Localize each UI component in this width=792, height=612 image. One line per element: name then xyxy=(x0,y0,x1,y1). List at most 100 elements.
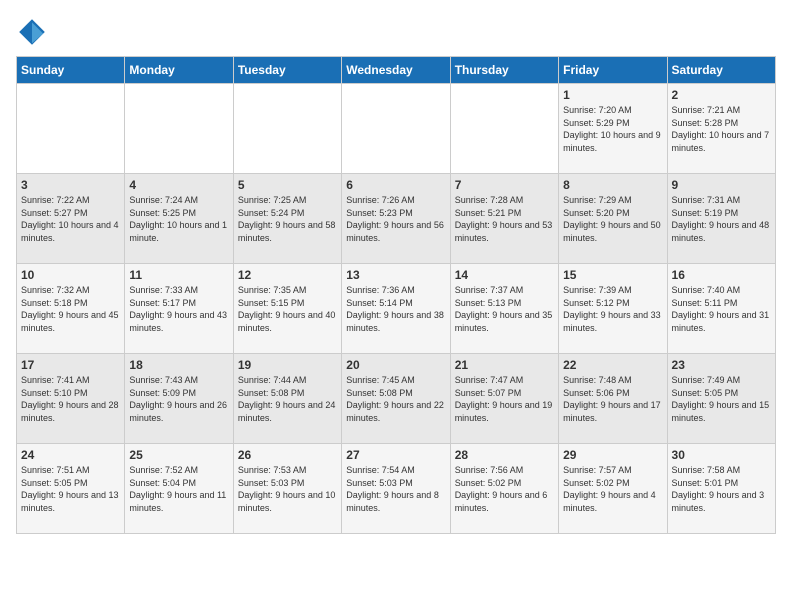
calendar-cell xyxy=(342,84,450,174)
calendar-header-row: SundayMondayTuesdayWednesdayThursdayFrid… xyxy=(17,57,776,84)
calendar-cell: 29 Sunrise: 7:57 AM Sunset: 5:02 PM Dayli… xyxy=(559,444,667,534)
day-number: 7 xyxy=(455,178,554,192)
day-info: Sunrise: 7:37 AM Sunset: 5:13 PM Dayligh… xyxy=(455,284,554,334)
column-header-saturday: Saturday xyxy=(667,57,775,84)
day-number: 21 xyxy=(455,358,554,372)
day-info: Sunrise: 7:24 AM Sunset: 5:25 PM Dayligh… xyxy=(129,194,228,244)
day-number: 19 xyxy=(238,358,337,372)
day-info: Sunrise: 7:35 AM Sunset: 5:15 PM Dayligh… xyxy=(238,284,337,334)
day-number: 3 xyxy=(21,178,120,192)
calendar-cell: 7 Sunrise: 7:28 AM Sunset: 5:21 PM Daylig… xyxy=(450,174,558,264)
day-number: 5 xyxy=(238,178,337,192)
day-info: Sunrise: 7:57 AM Sunset: 5:02 PM Dayligh… xyxy=(563,464,662,514)
day-number: 30 xyxy=(672,448,771,462)
column-header-tuesday: Tuesday xyxy=(233,57,341,84)
day-number: 15 xyxy=(563,268,662,282)
calendar-cell xyxy=(233,84,341,174)
logo xyxy=(16,16,52,48)
day-number: 14 xyxy=(455,268,554,282)
calendar-cell: 14 Sunrise: 7:37 AM Sunset: 5:13 PM Dayli… xyxy=(450,264,558,354)
calendar-cell: 26 Sunrise: 7:53 AM Sunset: 5:03 PM Dayli… xyxy=(233,444,341,534)
day-number: 12 xyxy=(238,268,337,282)
calendar-cell: 3 Sunrise: 7:22 AM Sunset: 5:27 PM Daylig… xyxy=(17,174,125,264)
day-info: Sunrise: 7:41 AM Sunset: 5:10 PM Dayligh… xyxy=(21,374,120,424)
day-number: 23 xyxy=(672,358,771,372)
calendar-cell xyxy=(17,84,125,174)
day-info: Sunrise: 7:56 AM Sunset: 5:02 PM Dayligh… xyxy=(455,464,554,514)
calendar-cell: 30Sunrise: 7:58 AM Sunset: 5:01 PM Dayli… xyxy=(667,444,775,534)
column-header-monday: Monday xyxy=(125,57,233,84)
day-info: Sunrise: 7:53 AM Sunset: 5:03 PM Dayligh… xyxy=(238,464,337,514)
day-number: 22 xyxy=(563,358,662,372)
column-header-wednesday: Wednesday xyxy=(342,57,450,84)
calendar-cell: 19 Sunrise: 7:44 AM Sunset: 5:08 PM Dayli… xyxy=(233,354,341,444)
calendar-cell: 20 Sunrise: 7:45 AM Sunset: 5:08 PM Dayli… xyxy=(342,354,450,444)
day-info: Sunrise: 7:22 AM Sunset: 5:27 PM Dayligh… xyxy=(21,194,120,244)
day-info: Sunrise: 7:40 AM Sunset: 5:11 PM Dayligh… xyxy=(672,284,771,334)
day-number: 28 xyxy=(455,448,554,462)
calendar-cell: 4Sunrise: 7:24 AM Sunset: 5:25 PM Daylig… xyxy=(125,174,233,264)
calendar-week-row: 24 Sunrise: 7:51 AM Sunset: 5:05 PM Dayli… xyxy=(17,444,776,534)
calendar-cell: 9 Sunrise: 7:31 AM Sunset: 5:19 PM Daylig… xyxy=(667,174,775,264)
day-info: Sunrise: 7:26 AM Sunset: 5:23 PM Dayligh… xyxy=(346,194,445,244)
day-info: Sunrise: 7:28 AM Sunset: 5:21 PM Dayligh… xyxy=(455,194,554,244)
day-info: Sunrise: 7:51 AM Sunset: 5:05 PM Dayligh… xyxy=(21,464,120,514)
day-info: Sunrise: 7:32 AM Sunset: 5:18 PM Dayligh… xyxy=(21,284,120,334)
calendar-cell: 24 Sunrise: 7:51 AM Sunset: 5:05 PM Dayli… xyxy=(17,444,125,534)
calendar-cell: 11 Sunrise: 7:33 AM Sunset: 5:17 PM Dayli… xyxy=(125,264,233,354)
day-info: Sunrise: 7:48 AM Sunset: 5:06 PM Dayligh… xyxy=(563,374,662,424)
calendar-cell: 10Sunrise: 7:32 AM Sunset: 5:18 PM Dayli… xyxy=(17,264,125,354)
calendar-week-row: 17 Sunrise: 7:41 AM Sunset: 5:10 PM Dayli… xyxy=(17,354,776,444)
calendar-cell: 16 Sunrise: 7:40 AM Sunset: 5:11 PM Dayli… xyxy=(667,264,775,354)
day-number: 13 xyxy=(346,268,445,282)
page-header xyxy=(16,16,776,48)
day-info: Sunrise: 7:44 AM Sunset: 5:08 PM Dayligh… xyxy=(238,374,337,424)
calendar-cell: 15 Sunrise: 7:39 AM Sunset: 5:12 PM Dayli… xyxy=(559,264,667,354)
calendar-cell: 21Sunrise: 7:47 AM Sunset: 5:07 PM Dayli… xyxy=(450,354,558,444)
day-number: 11 xyxy=(129,268,228,282)
calendar-cell: 27 Sunrise: 7:54 AM Sunset: 5:03 PM Dayli… xyxy=(342,444,450,534)
day-number: 6 xyxy=(346,178,445,192)
day-number: 1 xyxy=(563,88,662,102)
calendar-cell: 1 Sunrise: 7:20 AM Sunset: 5:29 PM Daylig… xyxy=(559,84,667,174)
day-number: 2 xyxy=(672,88,771,102)
calendar-week-row: 1 Sunrise: 7:20 AM Sunset: 5:29 PM Daylig… xyxy=(17,84,776,174)
day-number: 8 xyxy=(563,178,662,192)
calendar-cell: 8 Sunrise: 7:29 AM Sunset: 5:20 PM Daylig… xyxy=(559,174,667,264)
column-header-friday: Friday xyxy=(559,57,667,84)
day-number: 27 xyxy=(346,448,445,462)
day-info: Sunrise: 7:21 AM Sunset: 5:28 PM Dayligh… xyxy=(672,104,771,154)
calendar-cell: 25Sunrise: 7:52 AM Sunset: 5:04 PM Dayli… xyxy=(125,444,233,534)
calendar-cell: 13 Sunrise: 7:36 AM Sunset: 5:14 PM Dayli… xyxy=(342,264,450,354)
day-number: 29 xyxy=(563,448,662,462)
day-info: Sunrise: 7:25 AM Sunset: 5:24 PM Dayligh… xyxy=(238,194,337,244)
day-info: Sunrise: 7:49 AM Sunset: 5:05 PM Dayligh… xyxy=(672,374,771,424)
day-info: Sunrise: 7:29 AM Sunset: 5:20 PM Dayligh… xyxy=(563,194,662,244)
day-info: Sunrise: 7:31 AM Sunset: 5:19 PM Dayligh… xyxy=(672,194,771,244)
calendar-cell xyxy=(125,84,233,174)
day-info: Sunrise: 7:54 AM Sunset: 5:03 PM Dayligh… xyxy=(346,464,445,514)
day-info: Sunrise: 7:20 AM Sunset: 5:29 PM Dayligh… xyxy=(563,104,662,154)
day-info: Sunrise: 7:43 AM Sunset: 5:09 PM Dayligh… xyxy=(129,374,228,424)
calendar-cell: 18 Sunrise: 7:43 AM Sunset: 5:09 PM Dayli… xyxy=(125,354,233,444)
calendar-week-row: 10Sunrise: 7:32 AM Sunset: 5:18 PM Dayli… xyxy=(17,264,776,354)
logo-icon xyxy=(16,16,48,48)
day-number: 18 xyxy=(129,358,228,372)
day-info: Sunrise: 7:36 AM Sunset: 5:14 PM Dayligh… xyxy=(346,284,445,334)
calendar-cell: 28 Sunrise: 7:56 AM Sunset: 5:02 PM Dayli… xyxy=(450,444,558,534)
day-number: 26 xyxy=(238,448,337,462)
day-info: Sunrise: 7:39 AM Sunset: 5:12 PM Dayligh… xyxy=(563,284,662,334)
day-number: 24 xyxy=(21,448,120,462)
day-number: 17 xyxy=(21,358,120,372)
calendar-cell: 23 Sunrise: 7:49 AM Sunset: 5:05 PM Dayli… xyxy=(667,354,775,444)
day-number: 16 xyxy=(672,268,771,282)
day-info: Sunrise: 7:33 AM Sunset: 5:17 PM Dayligh… xyxy=(129,284,228,334)
column-header-thursday: Thursday xyxy=(450,57,558,84)
day-number: 9 xyxy=(672,178,771,192)
day-number: 20 xyxy=(346,358,445,372)
calendar-cell: 12 Sunrise: 7:35 AM Sunset: 5:15 PM Dayli… xyxy=(233,264,341,354)
calendar-table: SundayMondayTuesdayWednesdayThursdayFrid… xyxy=(16,56,776,534)
calendar-cell: 22 Sunrise: 7:48 AM Sunset: 5:06 PM Dayli… xyxy=(559,354,667,444)
column-header-sunday: Sunday xyxy=(17,57,125,84)
day-info: Sunrise: 7:45 AM Sunset: 5:08 PM Dayligh… xyxy=(346,374,445,424)
